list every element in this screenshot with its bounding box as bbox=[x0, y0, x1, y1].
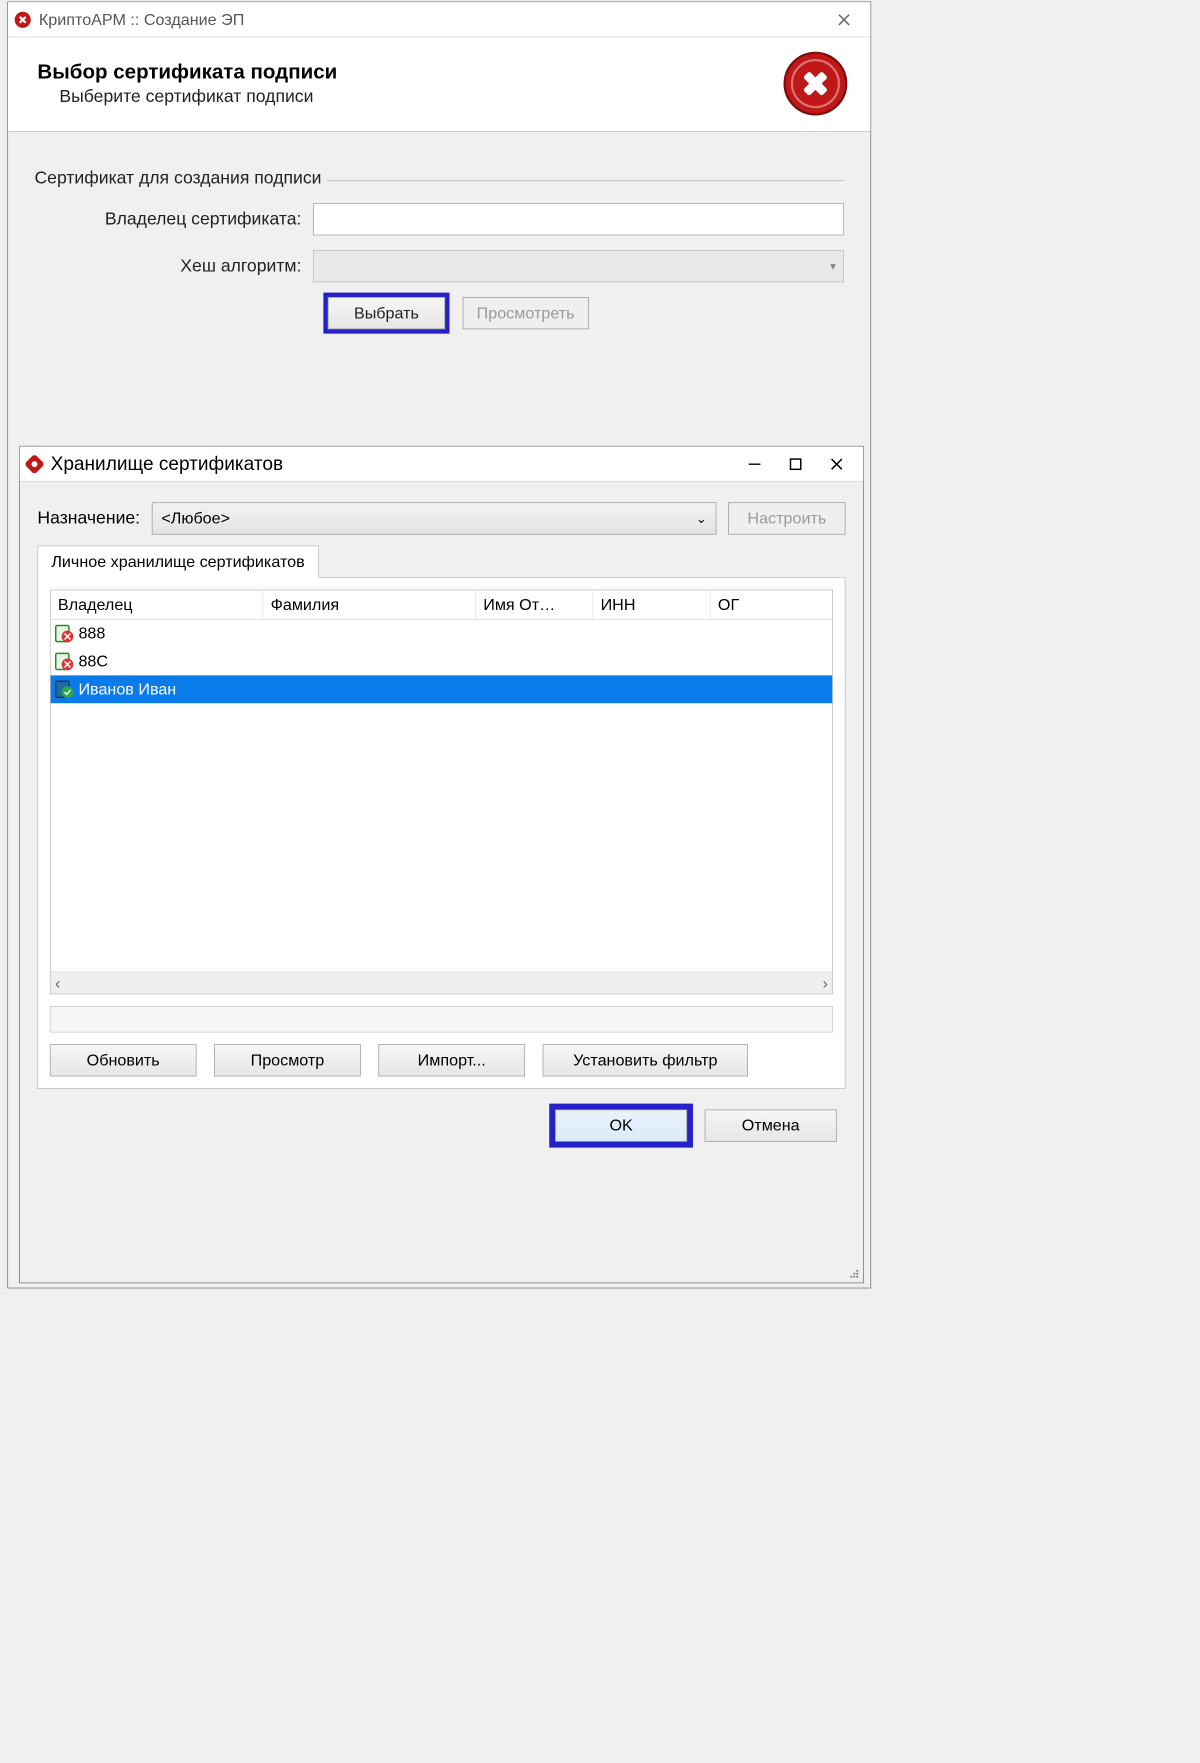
col-inn[interactable]: ИНН bbox=[593, 590, 710, 619]
modal-title: Хранилище сертификатов bbox=[51, 452, 734, 475]
titlebar[interactable]: КриптоАРМ :: Создание ЭП bbox=[8, 2, 870, 37]
column-headers[interactable]: Владелец Фамилия Имя От… ИНН ОГ bbox=[51, 590, 833, 619]
group-legend: Сертификат для создания подписи bbox=[34, 168, 327, 189]
signing-cert-group: Сертификат для создания подписи Владелец… bbox=[34, 180, 844, 329]
col-surname[interactable]: Фамилия bbox=[263, 590, 476, 619]
scroll-right-icon[interactable]: › bbox=[823, 973, 828, 992]
refresh-button[interactable]: Обновить bbox=[50, 1044, 197, 1076]
chevron-down-icon: ▾ bbox=[830, 259, 836, 274]
cancel-button[interactable]: Отмена bbox=[705, 1109, 837, 1141]
configure-button: Настроить bbox=[728, 502, 845, 534]
cert-store-window: Хранилище сертификатов Назначение: <Любо… bbox=[19, 446, 864, 1283]
cell-owner: 888 bbox=[78, 624, 105, 643]
col-owner[interactable]: Владелец bbox=[51, 590, 264, 619]
app-icon bbox=[26, 455, 44, 473]
ok-button[interactable]: OK bbox=[555, 1109, 687, 1141]
window-title: КриптоАРМ :: Создание ЭП bbox=[39, 10, 824, 29]
purpose-value: <Любое> bbox=[161, 509, 230, 528]
app-icon bbox=[14, 11, 32, 29]
resize-grip-icon[interactable] bbox=[845, 1265, 860, 1280]
purpose-label: Назначение: bbox=[37, 508, 140, 529]
import-button[interactable]: Импорт... bbox=[378, 1044, 525, 1076]
tab-personal-store[interactable]: Личное хранилище сертификатов bbox=[37, 546, 318, 578]
select-button[interactable]: Выбрать bbox=[328, 297, 445, 329]
list-item-selected[interactable]: Иванов Иван bbox=[51, 675, 833, 703]
wizard-header: Выбор сертификата подписи Выберите серти… bbox=[8, 37, 870, 132]
owner-input[interactable] bbox=[313, 203, 844, 235]
col-name-patr[interactable]: Имя От… bbox=[476, 590, 593, 619]
maximize-button[interactable] bbox=[775, 446, 816, 481]
horizontal-scrollbar[interactable]: ‹ › bbox=[51, 972, 833, 994]
cert-list[interactable]: Владелец Фамилия Имя От… ИНН ОГ 888 bbox=[50, 590, 833, 995]
hash-combo[interactable]: ▾ bbox=[313, 250, 844, 282]
modal-titlebar[interactable]: Хранилище сертификатов bbox=[20, 447, 863, 482]
cert-invalid-icon bbox=[55, 652, 74, 671]
cert-invalid-icon bbox=[55, 624, 74, 643]
list-item[interactable]: 88C bbox=[51, 648, 833, 676]
tab-panel: Владелец Фамилия Имя От… ИНН ОГ 888 bbox=[37, 578, 845, 1089]
owner-label: Владелец сертификата: bbox=[34, 209, 313, 230]
close-button[interactable] bbox=[823, 2, 864, 37]
purpose-select[interactable]: <Любое> ⌄ bbox=[152, 502, 717, 534]
page-subheading: Выберите сертификат подписи bbox=[37, 87, 782, 108]
cell-owner: Иванов Иван bbox=[78, 680, 176, 699]
cert-valid-icon bbox=[55, 680, 74, 699]
view-button: Просмотреть bbox=[463, 297, 589, 329]
brand-icon bbox=[782, 51, 848, 117]
hash-label: Хеш алгоритм: bbox=[34, 256, 313, 277]
chevron-down-icon: ⌄ bbox=[696, 511, 707, 526]
view-cert-button[interactable]: Просмотр bbox=[214, 1044, 361, 1076]
status-bar bbox=[50, 1006, 833, 1032]
set-filter-button[interactable]: Установить фильтр bbox=[543, 1044, 748, 1076]
minimize-button[interactable] bbox=[734, 446, 775, 481]
page-heading: Выбор сертификата подписи bbox=[37, 60, 782, 83]
list-item[interactable]: 888 bbox=[51, 620, 833, 648]
scroll-left-icon[interactable]: ‹ bbox=[55, 973, 60, 992]
col-og[interactable]: ОГ bbox=[711, 590, 833, 619]
cell-owner: 88C bbox=[78, 652, 108, 671]
close-button[interactable] bbox=[816, 446, 857, 481]
